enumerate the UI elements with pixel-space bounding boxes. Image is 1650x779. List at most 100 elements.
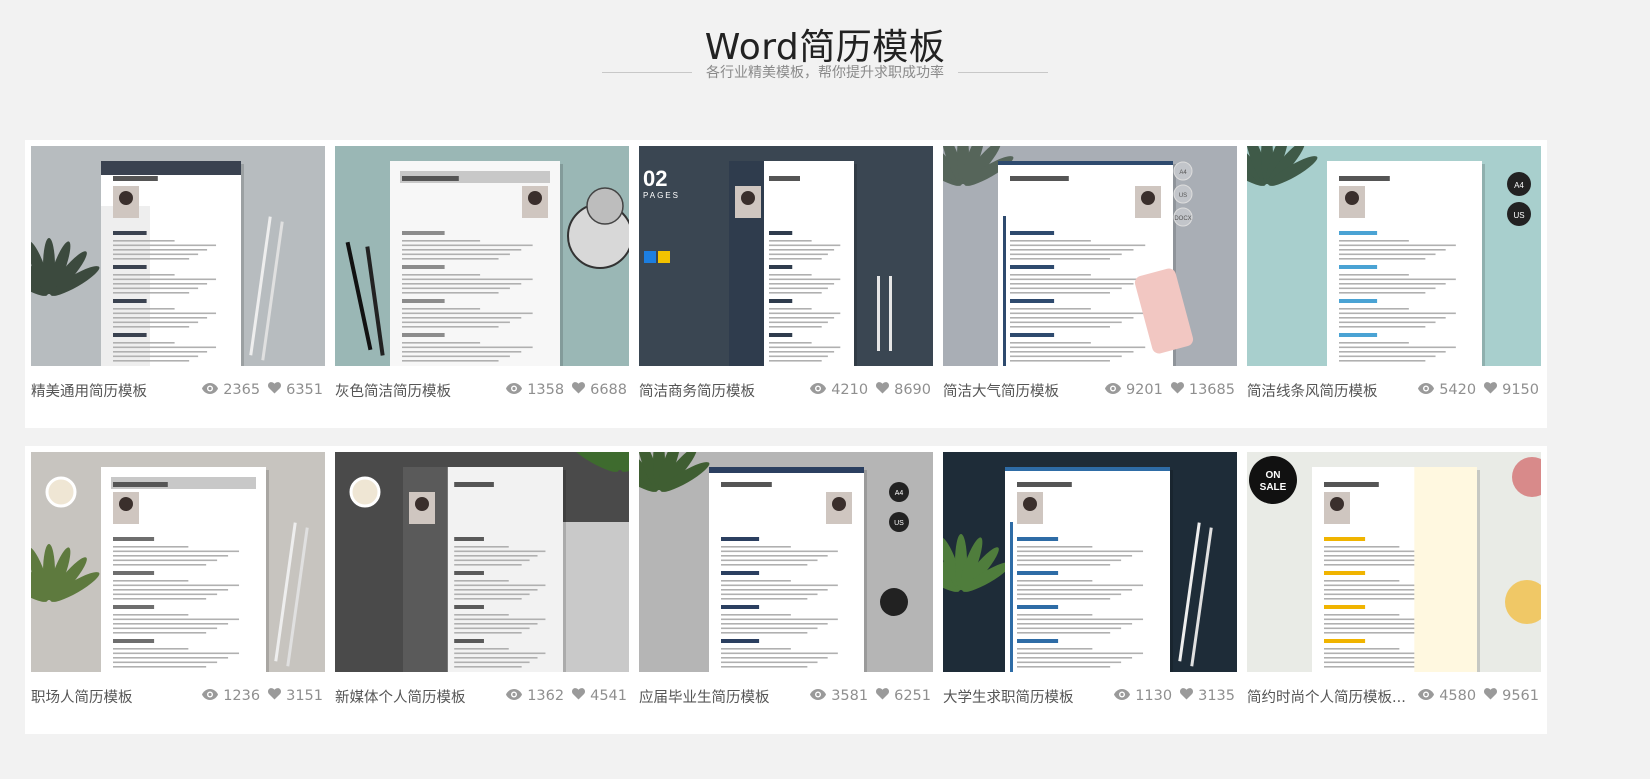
template-caption: 灰色简洁简历模板 1358 6688 bbox=[335, 378, 627, 402]
like-count[interactable]: 3135 bbox=[1180, 688, 1235, 704]
subtitle-divider-right bbox=[958, 71, 1048, 73]
svg-text:ON: ON bbox=[1266, 470, 1281, 481]
template-name[interactable]: 灰色简洁简历模板 bbox=[335, 380, 451, 401]
template-stats: 1358 6688 bbox=[498, 382, 627, 398]
template-name[interactable]: 精美通用简历模板 bbox=[31, 380, 147, 401]
like-count-value: 3135 bbox=[1198, 688, 1235, 704]
like-count[interactable]: 3151 bbox=[268, 688, 323, 704]
template-thumbnail[interactable]: 02 PAGES bbox=[639, 146, 933, 366]
like-count[interactable]: 6251 bbox=[876, 688, 931, 704]
subtitle-divider-left bbox=[602, 71, 692, 73]
view-count-value: 4210 bbox=[831, 382, 869, 398]
template-preview-image: A4 US bbox=[639, 452, 933, 672]
template-preview-image: 02PAGES bbox=[639, 146, 933, 366]
template-preview-image bbox=[335, 452, 629, 672]
svg-text:PAGES: PAGES bbox=[643, 191, 680, 200]
template-thumbnail[interactable] bbox=[943, 452, 1237, 672]
view-count: 2365 bbox=[202, 382, 260, 398]
view-count-value: 1362 bbox=[527, 688, 565, 704]
like-count[interactable]: 6688 bbox=[572, 382, 627, 398]
heart-icon[interactable] bbox=[572, 382, 586, 398]
template-thumbnail[interactable]: A4 US DOCX bbox=[943, 146, 1237, 366]
view-count: 1358 bbox=[506, 382, 564, 398]
eye-icon bbox=[810, 688, 827, 704]
template-name[interactable]: 简洁商务简历模板 bbox=[639, 380, 755, 401]
template-thumbnail[interactable]: ON SALE bbox=[1247, 452, 1541, 672]
like-count-value: 8690 bbox=[894, 382, 931, 398]
template-caption: 简洁商务简历模板 4210 8690 bbox=[639, 378, 931, 402]
like-count[interactable]: 4541 bbox=[572, 688, 627, 704]
like-count-value: 4541 bbox=[590, 688, 627, 704]
eye-icon bbox=[810, 382, 827, 398]
template-stats: 1130 3135 bbox=[1106, 688, 1235, 704]
template-name[interactable]: 简洁大气简历模板 bbox=[943, 380, 1059, 401]
template-thumbnail[interactable] bbox=[335, 452, 629, 672]
like-count-value: 9561 bbox=[1502, 688, 1539, 704]
heart-icon[interactable] bbox=[876, 688, 890, 704]
template-stats: 3581 6251 bbox=[802, 688, 931, 704]
template-name[interactable]: 简约时尚个人简历模板... bbox=[1247, 686, 1406, 707]
view-count-value: 1130 bbox=[1135, 688, 1173, 704]
template-card[interactable]: A4 US 简洁线条风简历模板 5420 9150 bbox=[1241, 140, 1547, 428]
template-card[interactable]: 灰色简洁简历模板 1358 6688 bbox=[329, 140, 635, 428]
view-count-value: 1358 bbox=[527, 382, 565, 398]
view-count-value: 1236 bbox=[223, 688, 261, 704]
template-preview-image bbox=[31, 452, 325, 672]
template-name[interactable]: 应届毕业生简历模板 bbox=[639, 686, 770, 707]
eye-icon bbox=[1104, 382, 1121, 398]
svg-text:A4: A4 bbox=[1514, 181, 1524, 190]
heart-icon[interactable] bbox=[1170, 382, 1184, 398]
heart-icon[interactable] bbox=[268, 382, 282, 398]
heart-icon[interactable] bbox=[268, 688, 282, 704]
template-thumbnail[interactable] bbox=[31, 452, 325, 672]
template-card[interactable]: A4 US 应届毕业生简历模板 3581 6251 bbox=[633, 446, 939, 734]
template-caption: 大学生求职简历模板 1130 3135 bbox=[943, 684, 1235, 708]
template-name[interactable]: 新媒体个人简历模板 bbox=[335, 686, 466, 707]
like-count-value: 3151 bbox=[286, 688, 323, 704]
view-count: 1130 bbox=[1114, 688, 1172, 704]
template-card[interactable]: 新媒体个人简历模板 1362 4541 bbox=[329, 446, 635, 734]
template-card[interactable]: 02 PAGES 简洁商务简历模板 4210 8690 bbox=[633, 140, 939, 428]
like-count[interactable]: 9150 bbox=[1484, 382, 1539, 398]
heart-icon[interactable] bbox=[1180, 688, 1194, 704]
heart-icon[interactable] bbox=[1484, 382, 1498, 398]
view-count: 4580 bbox=[1418, 688, 1476, 704]
template-preview-image: A4 US DOCX bbox=[943, 146, 1237, 366]
heart-icon[interactable] bbox=[572, 688, 586, 704]
view-count-value: 5420 bbox=[1439, 382, 1477, 398]
template-stats: 9201 13685 bbox=[1097, 382, 1235, 398]
like-count[interactable]: 6351 bbox=[268, 382, 323, 398]
eye-icon bbox=[506, 382, 523, 398]
template-name[interactable]: 大学生求职简历模板 bbox=[943, 686, 1074, 707]
template-name[interactable]: 职场人简历模板 bbox=[31, 686, 133, 707]
svg-text:A4: A4 bbox=[1179, 170, 1187, 176]
like-count[interactable]: 9561 bbox=[1484, 688, 1539, 704]
like-count[interactable]: 8690 bbox=[876, 382, 931, 398]
template-card[interactable]: 职场人简历模板 1236 3151 bbox=[25, 446, 331, 734]
view-count-value: 2365 bbox=[223, 382, 261, 398]
eye-icon bbox=[506, 688, 523, 704]
svg-text:US: US bbox=[1513, 211, 1524, 220]
heart-icon[interactable] bbox=[876, 382, 890, 398]
template-caption: 简洁大气简历模板 9201 13685 bbox=[943, 378, 1235, 402]
view-count: 1362 bbox=[506, 688, 564, 704]
template-stats: 5420 9150 bbox=[1410, 382, 1539, 398]
template-card[interactable]: A4 US DOCX 简洁大气简历模板 9201 13685 bbox=[937, 140, 1243, 428]
template-thumbnail[interactable] bbox=[335, 146, 629, 366]
heart-icon[interactable] bbox=[1484, 688, 1498, 704]
template-stats: 4210 8690 bbox=[802, 382, 931, 398]
svg-text:DOCX: DOCX bbox=[1174, 216, 1191, 222]
like-count[interactable]: 13685 bbox=[1170, 382, 1235, 398]
template-thumbnail[interactable]: A4 US bbox=[1247, 146, 1541, 366]
template-card[interactable]: 大学生求职简历模板 1130 3135 bbox=[937, 446, 1243, 734]
like-count-value: 6351 bbox=[286, 382, 323, 398]
template-caption: 精美通用简历模板 2365 6351 bbox=[31, 378, 323, 402]
template-name[interactable]: 简洁线条风简历模板 bbox=[1247, 380, 1378, 401]
template-card[interactable]: ON SALE 简约时尚个人简历模板... 4580 9561 bbox=[1241, 446, 1547, 734]
template-thumbnail[interactable]: A4 US bbox=[639, 452, 933, 672]
eye-icon bbox=[202, 382, 219, 398]
template-preview-image: ONSALE bbox=[1247, 452, 1541, 672]
template-card[interactable]: 精美通用简历模板 2365 6351 bbox=[25, 140, 331, 428]
template-thumbnail[interactable] bbox=[31, 146, 325, 366]
template-caption: 简洁线条风简历模板 5420 9150 bbox=[1247, 378, 1539, 402]
